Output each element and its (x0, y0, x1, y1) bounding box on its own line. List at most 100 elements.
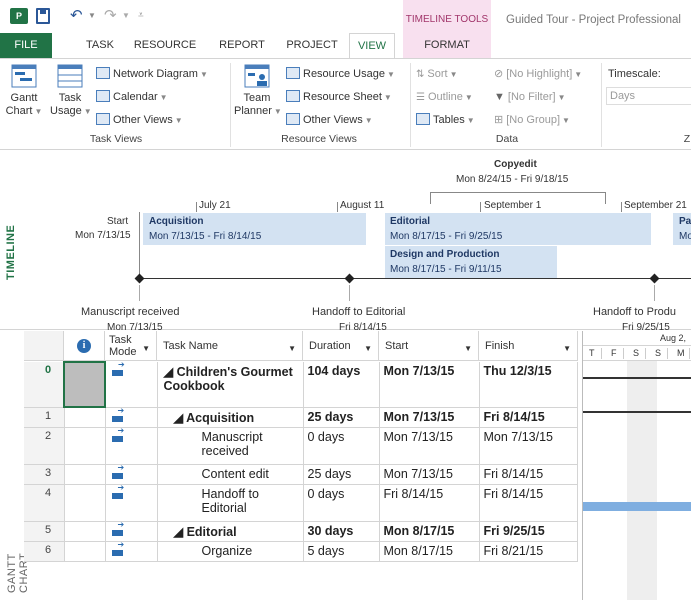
table-row[interactable]: 6 Organize5 daysMon 8/17/15Fri 8/21/15 (24, 540, 578, 562)
gantt-chart-button[interactable]: Gantt Chart ▼ (4, 63, 44, 118)
tab-file[interactable]: FILE (0, 33, 52, 58)
tab-report[interactable]: REPORT (212, 33, 272, 58)
finish-cell[interactable]: Fri 8/14/15 (479, 464, 578, 485)
finish-cell[interactable]: Mon 7/13/15 (479, 427, 578, 465)
project-app-icon[interactable]: P (10, 8, 28, 24)
tab-resource[interactable]: RESOURCE (130, 33, 200, 58)
indicator-cell[interactable] (64, 427, 106, 465)
redo-icon[interactable]: ↷ (104, 8, 120, 24)
finish-cell[interactable]: Fri 8/21/15 (479, 541, 578, 562)
finish-cell[interactable]: Thu 12/3/15 (479, 362, 578, 408)
finish-cell[interactable]: Fri 8/14/15 (479, 407, 578, 428)
finish-cell[interactable]: Fri 8/14/15 (479, 484, 578, 522)
network-diagram-button[interactable]: Network Diagram ▼ (96, 65, 208, 83)
row-id[interactable]: 4 (24, 484, 65, 522)
filter-combo[interactable]: ▼ [No Filter] ▼ (494, 88, 566, 106)
row-id[interactable]: 0 (24, 362, 65, 408)
task-name-cell[interactable]: Organize (157, 541, 304, 562)
resource-usage-button[interactable]: Resource Usage ▼ (286, 65, 395, 83)
summary-bar[interactable] (583, 411, 691, 413)
task-mode-header[interactable]: Task Mode ▼ (105, 331, 157, 361)
start-cell[interactable]: Mon 7/13/15 (379, 464, 480, 485)
select-all-corner[interactable] (24, 331, 64, 361)
task-other-views-button[interactable]: Other Views ▼ (96, 111, 183, 129)
indicators-header[interactable]: i (64, 331, 105, 361)
table-row[interactable]: 1 ◢ Acquisition25 daysMon 7/13/15Fri 8/14… (24, 406, 578, 428)
indicator-cell[interactable] (64, 464, 106, 485)
milestone-diamond[interactable] (649, 273, 660, 284)
table-row[interactable]: 5 ◢ Editorial30 daysMon 8/17/15Fri 9/25/1… (24, 520, 578, 542)
start-cell[interactable]: Mon 8/17/15 (379, 521, 480, 542)
undo-icon[interactable]: ↶ (70, 8, 86, 24)
task-mode-cell[interactable] (105, 540, 158, 562)
summary-bar[interactable] (583, 377, 691, 379)
start-cell[interactable]: Mon 7/13/15 (379, 407, 480, 428)
task-name-cell[interactable]: Handoff to Editorial (157, 484, 304, 522)
sort-button[interactable]: ⇅ Sort ▼ (416, 65, 458, 83)
resource-other-views-button[interactable]: Other Views ▼ (286, 111, 373, 129)
indicator-cell[interactable] (64, 484, 106, 522)
start-cell[interactable]: Mon 8/17/15 (379, 541, 480, 562)
gantt-chart-view[interactable]: GANTT CHART i Task Mode ▼ Task Name ▼ Du… (0, 331, 691, 600)
duration-cell[interactable]: 0 days (303, 484, 380, 522)
calendar-button[interactable]: Calendar ▼ (96, 88, 168, 106)
timeline-view[interactable]: TIMELINE Copyedit Mon 8/24/15 - Fri 9/18… (0, 150, 691, 333)
indicator-cell[interactable] (64, 407, 106, 428)
finish-cell[interactable]: Fri 9/25/15 (479, 521, 578, 542)
redo-dropdown-icon[interactable]: ▼ (122, 8, 130, 24)
milestone-diamond[interactable] (134, 273, 145, 284)
row-id[interactable]: 3 (24, 464, 65, 485)
task-name-cell[interactable]: Content edit (157, 464, 304, 485)
task-mode-cell[interactable] (105, 463, 158, 485)
task-name-cell[interactable]: ◢ Children's Gourmet Cookbook (157, 362, 304, 408)
task-name-cell[interactable]: ◢ Acquisition (157, 407, 304, 428)
task-name-cell[interactable]: Manuscript received (157, 427, 304, 465)
duration-cell[interactable]: 30 days (303, 521, 380, 542)
duration-header[interactable]: Duration ▼ (303, 331, 379, 361)
timescale-combo[interactable]: Days (606, 87, 691, 105)
start-cell[interactable]: Mon 7/13/15 (379, 427, 480, 465)
task-mode-cell[interactable] (105, 360, 158, 408)
row-id[interactable]: 2 (24, 427, 65, 465)
duration-cell[interactable]: 25 days (303, 464, 380, 485)
milestone-diamond[interactable] (344, 273, 355, 284)
tables-button[interactable]: Tables ▼ (416, 111, 475, 129)
tab-project[interactable]: PROJECT (280, 33, 344, 58)
task-mode-cell[interactable] (105, 426, 158, 465)
indicator-cell[interactable] (63, 361, 106, 408)
highlight-combo[interactable]: ⊘ [No Highlight] ▼ (494, 65, 582, 83)
start-cell[interactable]: Mon 7/13/15 (379, 362, 480, 408)
row-id[interactable]: 5 (24, 521, 65, 542)
task-usage-button[interactable]: Task Usage ▼ (50, 63, 92, 118)
task-mode-cell[interactable] (105, 520, 158, 542)
duration-cell[interactable]: 0 days (303, 427, 380, 465)
indicator-cell[interactable] (64, 521, 106, 542)
task-name-cell[interactable]: ◢ Editorial (157, 521, 304, 542)
table-row[interactable]: 0 ◢ Children's Gourmet Cookbook104 daysMo… (24, 360, 578, 408)
duration-cell[interactable]: 25 days (303, 407, 380, 428)
team-planner-button[interactable]: Team Planner ▼ (234, 63, 282, 118)
row-id[interactable]: 6 (24, 541, 65, 562)
duration-cell[interactable]: 5 days (303, 541, 380, 562)
row-id[interactable]: 1 (24, 407, 65, 428)
start-header[interactable]: Start ▼ (379, 331, 479, 361)
tab-format[interactable]: FORMAT (403, 33, 491, 58)
tab-view[interactable]: VIEW (349, 33, 395, 59)
start-cell[interactable]: Fri 8/14/15 (379, 484, 480, 522)
resource-sheet-button[interactable]: Resource Sheet ▼ (286, 88, 392, 106)
tab-task[interactable]: TASK (80, 33, 120, 58)
task-mode-cell[interactable] (105, 406, 158, 428)
duration-cell[interactable]: 104 days (303, 362, 380, 408)
group-combo[interactable]: ⊞ [No Group] ▼ (494, 111, 570, 129)
finish-header[interactable]: Finish ▼ (479, 331, 578, 361)
outline-button[interactable]: ☰ Outline ▼ (416, 88, 473, 106)
task-bar[interactable] (583, 502, 691, 511)
task-mode-cell[interactable] (105, 483, 158, 522)
gantt-bar-chart[interactable]: Aug 2, T F S S M (582, 331, 691, 600)
table-row[interactable]: 2Manuscript received0 daysMon 7/13/15Mon… (24, 426, 578, 465)
indicator-cell[interactable] (64, 541, 106, 562)
task-name-header[interactable]: Task Name ▼ (157, 331, 303, 361)
customize-toolbar-icon[interactable]: ⩡ (138, 8, 146, 24)
table-row[interactable]: 4Handoff to Editorial0 daysFri 8/14/15Fr… (24, 483, 578, 522)
table-row[interactable]: 3 Content edit25 daysMon 7/13/15Fri 8/14/… (24, 463, 578, 485)
